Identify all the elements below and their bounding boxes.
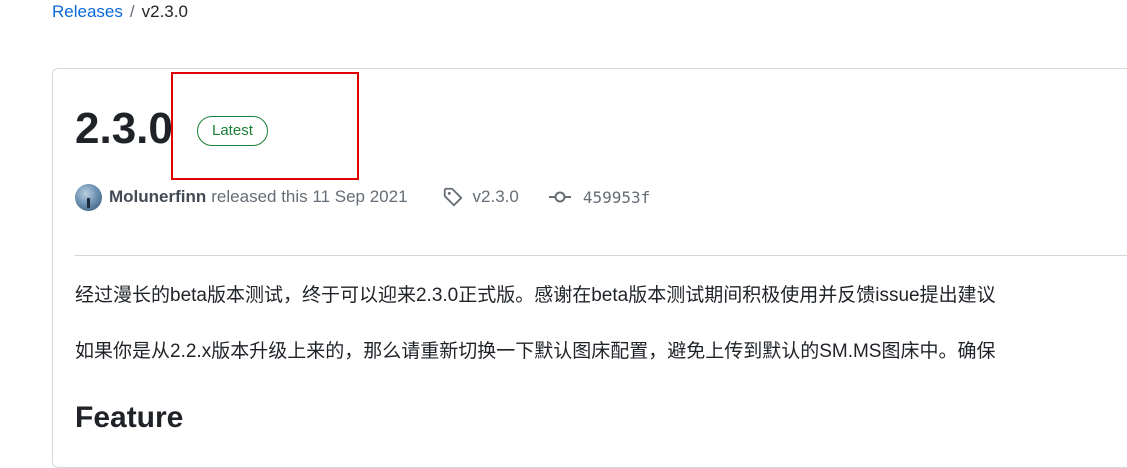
section-heading-feature: Feature bbox=[75, 401, 184, 434]
release-meta: Molunerfinn released this 11 Sep 2021 v2… bbox=[75, 182, 650, 212]
git-commit-icon bbox=[548, 191, 571, 203]
divider bbox=[75, 255, 1127, 256]
author-link[interactable]: Molunerfinn bbox=[109, 187, 206, 207]
tag-icon bbox=[443, 187, 462, 207]
tag-label: v2.3.0 bbox=[472, 187, 519, 206]
commit-hash: 459953f bbox=[582, 187, 651, 207]
author-avatar[interactable] bbox=[75, 183, 102, 211]
release-notes-paragraph-1: 经过漫长的beta版本测试，终于可以迎来2.3.0正式版。感谢在beta版本测试… bbox=[75, 285, 996, 306]
commit-link[interactable]: 459953f bbox=[548, 187, 651, 207]
released-date-text: released this 11 Sep 2021 bbox=[211, 187, 408, 206]
breadcrumb-releases-link[interactable]: Releases bbox=[52, 2, 123, 22]
breadcrumb-separator: / bbox=[129, 2, 135, 21]
release-notes-paragraph-2: 如果你是从2.2.x版本升级上来的，那么请重新切换一下默认图床配置，避免上传到默… bbox=[75, 341, 996, 362]
breadcrumb-current: v2.3.0 bbox=[141, 2, 188, 21]
latest-badge: Latest bbox=[197, 116, 268, 146]
tag-link[interactable]: v2.3.0 bbox=[442, 186, 519, 208]
breadcrumb: Releases / v2.3.0 bbox=[52, 2, 188, 22]
release-title[interactable]: 2.3.0 bbox=[75, 102, 173, 156]
